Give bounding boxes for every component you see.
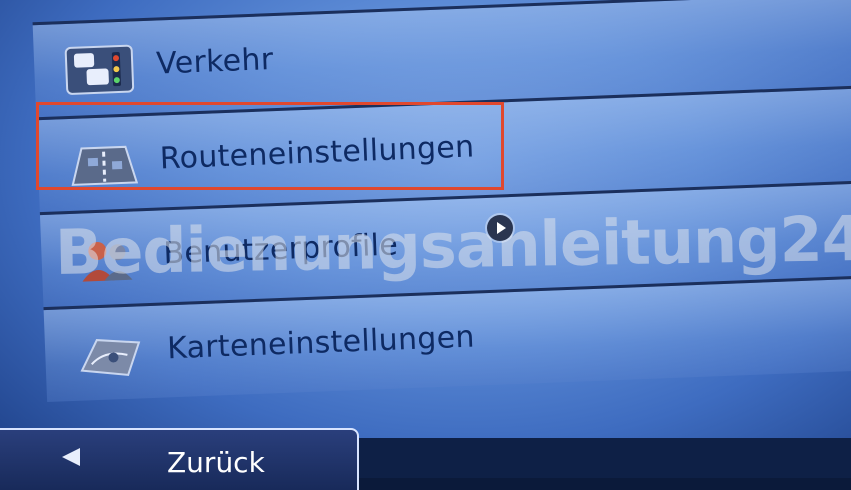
- map-settings-icon: [74, 328, 146, 381]
- watermark: Bedienungsanleitung24.de: [54, 200, 851, 289]
- route-settings-icon: [67, 138, 139, 191]
- back-button-label: Zurück: [167, 446, 265, 479]
- play-icon[interactable]: [487, 215, 513, 241]
- navigation-screen: Verkehr Routeneinstellungen Benutzerprof…: [0, 0, 851, 490]
- back-button[interactable]: Zurück: [0, 428, 359, 490]
- menu-item-label: Karteneinstellungen: [166, 319, 476, 367]
- menu-item-label: Verkehr: [155, 42, 275, 82]
- traffic-icon: [64, 43, 136, 96]
- back-arrow-icon: [62, 448, 80, 466]
- menu-item-label: Routeneinstellungen: [159, 129, 476, 177]
